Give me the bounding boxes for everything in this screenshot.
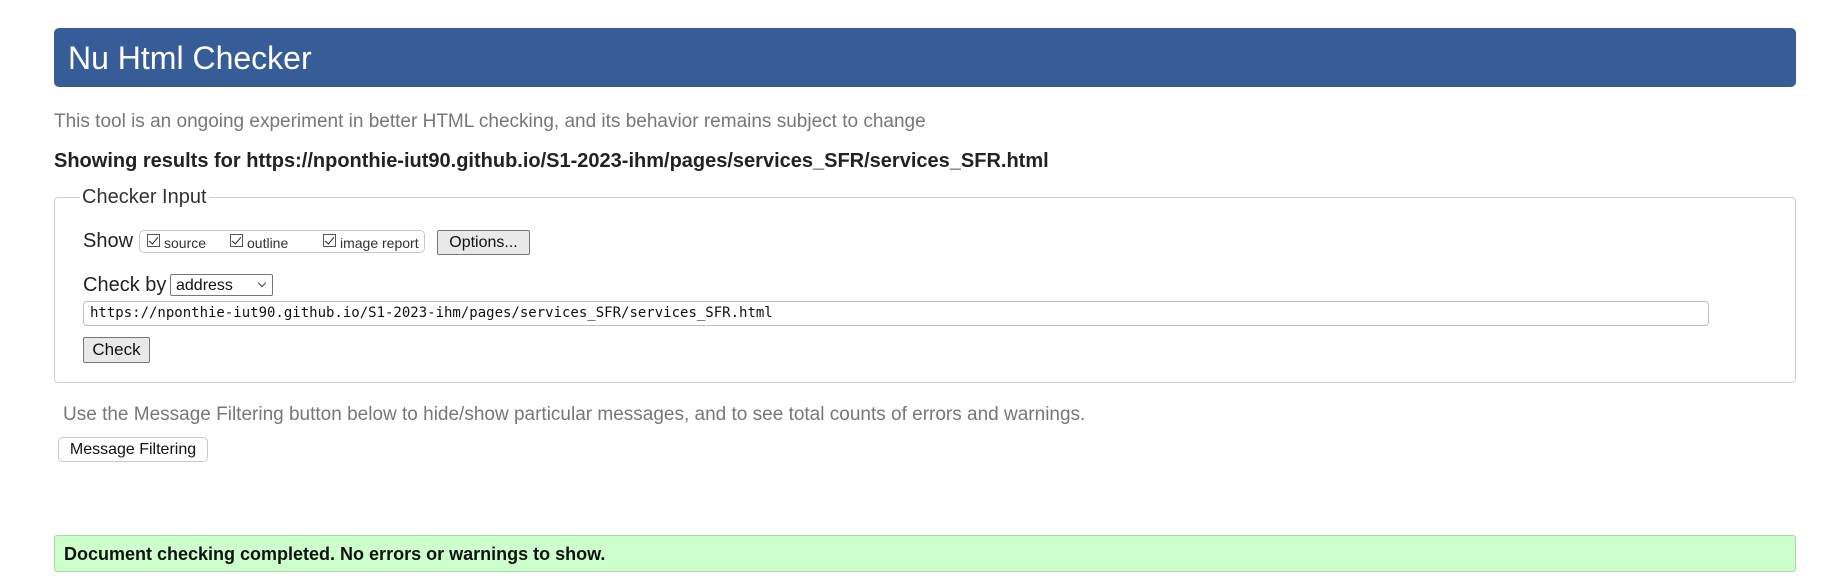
page-title: Nu Html Checker bbox=[68, 40, 312, 76]
chevron-down-icon bbox=[257, 278, 267, 288]
source-checkbox[interactable] bbox=[147, 234, 160, 247]
page: Nu Html Checker This tool is an ongoing … bbox=[0, 0, 1845, 583]
show-label: Show bbox=[83, 230, 134, 252]
intro-text: This tool is an ongoing experiment in be… bbox=[54, 111, 926, 132]
check-by-select[interactable]: address bbox=[170, 274, 273, 296]
checker-input-fieldset bbox=[54, 197, 1796, 383]
success-message-text: Document checking completed. No errors o… bbox=[64, 544, 606, 564]
results-heading: Showing results for https://nponthie-iut… bbox=[54, 150, 1049, 172]
success-message-bar: Document checking completed. No errors o… bbox=[54, 535, 1796, 572]
source-checkbox-label[interactable]: source bbox=[164, 235, 206, 251]
url-input-value: https://nponthie-iut90.github.io/S1-2023… bbox=[90, 305, 773, 321]
outline-checkbox[interactable] bbox=[230, 234, 243, 247]
options-button[interactable]: Options... bbox=[437, 230, 530, 255]
header-bar: Nu Html Checker bbox=[54, 28, 1796, 87]
check-by-label: Check by bbox=[83, 274, 167, 296]
message-filtering-button[interactable]: Message Filtering bbox=[58, 437, 208, 462]
show-options-group: source outline image report bbox=[139, 230, 425, 253]
image-report-checkbox[interactable] bbox=[323, 234, 336, 247]
checker-input-legend: Checker Input bbox=[80, 185, 209, 209]
check-by-selected-value: address bbox=[176, 277, 233, 294]
check-button[interactable]: Check bbox=[83, 337, 150, 363]
url-input[interactable]: https://nponthie-iut90.github.io/S1-2023… bbox=[83, 301, 1709, 326]
message-filtering-note: Use the Message Filtering button below t… bbox=[63, 404, 1086, 425]
outline-checkbox-label[interactable]: outline bbox=[247, 235, 288, 251]
image-report-checkbox-label[interactable]: image report bbox=[340, 235, 419, 251]
